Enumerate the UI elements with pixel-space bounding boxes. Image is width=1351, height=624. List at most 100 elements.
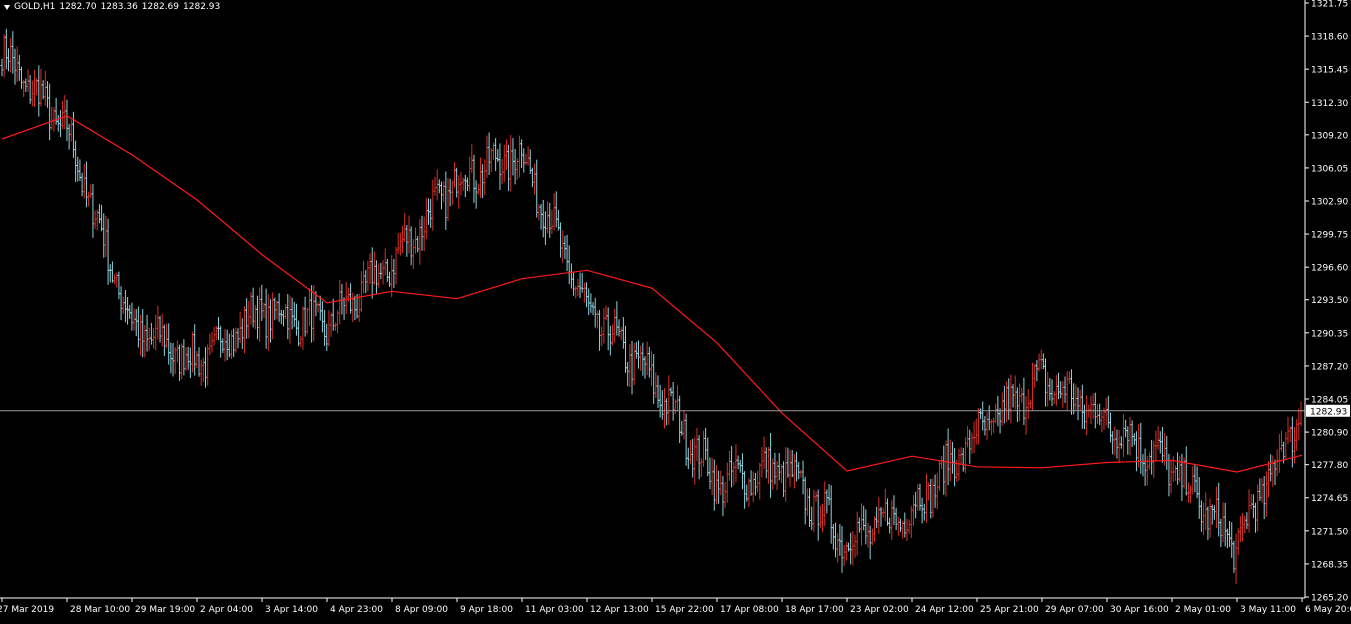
ohlc-bar bbox=[589, 293, 593, 313]
ohlc-bar bbox=[102, 213, 106, 258]
ohlc-bar bbox=[1111, 431, 1115, 455]
ohlc-bar bbox=[1054, 375, 1058, 406]
ohlc-bar bbox=[849, 532, 853, 565]
ohlc-bar bbox=[178, 344, 182, 381]
price-tick-label: 1274.65 bbox=[1311, 494, 1348, 504]
ohlc-bar bbox=[520, 139, 524, 168]
ohlc-bar bbox=[682, 410, 686, 440]
ohlc-bar bbox=[1098, 403, 1102, 426]
ohlc-bar bbox=[788, 449, 792, 488]
ohlc-bar bbox=[853, 534, 857, 558]
ohlc-bar bbox=[175, 340, 179, 363]
symbol-label: GOLD,H1 bbox=[14, 2, 56, 12]
ohlc-bar bbox=[860, 503, 864, 546]
ohlc-bar bbox=[1002, 385, 1006, 424]
ohlc-bar bbox=[292, 301, 296, 327]
ohlc-bar bbox=[569, 263, 573, 289]
ohlc-bar bbox=[193, 324, 197, 376]
ohlc-bar bbox=[842, 545, 846, 566]
ohlc-bar bbox=[985, 412, 989, 440]
time-tick-label: 4 Apr 23:00 bbox=[330, 605, 383, 615]
ohlc-bar bbox=[559, 222, 563, 258]
price-tick-label: 1299.75 bbox=[1311, 231, 1348, 241]
time-tick-label: 29 Apr 07:00 bbox=[1045, 605, 1104, 615]
ohlc-bar bbox=[1206, 506, 1210, 540]
ohlc-bar bbox=[987, 405, 991, 431]
ohlc-bar bbox=[329, 312, 333, 337]
ohlc-bar bbox=[611, 324, 615, 346]
ohlc-bar bbox=[377, 263, 381, 288]
price-chart[interactable]: 1321.75 1318.60 1315.45 1312.30 1309.20 1306.… bbox=[0, 0, 1351, 620]
ohlc-bar bbox=[1089, 395, 1093, 425]
ohlc-bar bbox=[128, 305, 132, 319]
time-tick-label: 24 Apr 12:00 bbox=[915, 605, 974, 615]
ohlc-bar bbox=[1169, 459, 1173, 494]
ohlc-bar bbox=[632, 342, 636, 386]
ohlc-bar bbox=[530, 167, 534, 188]
ohlc-bar bbox=[297, 320, 301, 347]
ohlc-bar bbox=[197, 347, 201, 377]
ohlc-bar bbox=[333, 322, 337, 331]
ohlc-bar bbox=[827, 484, 831, 506]
ohlc-bar bbox=[294, 303, 298, 336]
ohlc-bar bbox=[1215, 486, 1219, 529]
ohlc-bar bbox=[992, 417, 996, 433]
price-tick-label: 1306.05 bbox=[1311, 164, 1348, 174]
ohlc-bar bbox=[1232, 540, 1236, 573]
ohlc-bar bbox=[678, 395, 682, 444]
ohlc-bar bbox=[1115, 429, 1119, 459]
ohlc-bar bbox=[1269, 454, 1273, 482]
ohlc-bar bbox=[1063, 376, 1067, 403]
ohlc-bar bbox=[656, 375, 660, 408]
ohlc-bar bbox=[764, 447, 768, 479]
ohlc-bar bbox=[1225, 528, 1229, 549]
price-axis: 1321.75 1318.60 1315.45 1312.30 1309.20 1306.… bbox=[1304, 0, 1350, 604]
ohlc-bar bbox=[799, 469, 803, 478]
ohlc-bar bbox=[1057, 372, 1061, 400]
ohlc-bar bbox=[225, 329, 229, 361]
ohlc-bar bbox=[801, 460, 805, 495]
ohlc-bar bbox=[628, 343, 632, 388]
ohlc-bar bbox=[1080, 384, 1084, 429]
ohlc-bar bbox=[924, 473, 928, 523]
ohlc-bar bbox=[1145, 455, 1149, 486]
ohlc-bar bbox=[760, 447, 764, 478]
ohlc-bar bbox=[370, 247, 374, 299]
ohlc-bar bbox=[1199, 500, 1203, 532]
price-tick-label: 1271.50 bbox=[1311, 527, 1348, 537]
ohlc-bar bbox=[727, 450, 731, 481]
ohlc-bar bbox=[1052, 391, 1056, 405]
ohlc-bar bbox=[299, 335, 303, 348]
ohlc-bar bbox=[91, 183, 95, 238]
ohlc-bar bbox=[1160, 426, 1164, 463]
ohlc-bar bbox=[290, 297, 294, 330]
ohlc-bar bbox=[227, 333, 231, 358]
ohlc-bar bbox=[383, 248, 387, 276]
ohlc-bar bbox=[959, 447, 963, 465]
ohlc-bar bbox=[463, 174, 467, 198]
ohlc-bar bbox=[844, 542, 848, 561]
chart-window[interactable]: 1321.75 1318.60 1315.45 1312.30 1309.20 1306.… bbox=[0, 0, 1351, 620]
ohlc-bar bbox=[541, 199, 545, 238]
ohlc-bar bbox=[260, 284, 264, 321]
ohlc-bar bbox=[675, 385, 679, 412]
ohlc-bar bbox=[1221, 502, 1225, 543]
ohlc-bar bbox=[1158, 431, 1162, 454]
ohlc-bar bbox=[372, 251, 376, 286]
ohlc-bar bbox=[1046, 371, 1050, 407]
ohlc-bar bbox=[442, 181, 446, 203]
ohlc-bar bbox=[182, 339, 186, 376]
ohlc-bar bbox=[565, 234, 569, 272]
ohlc-bar bbox=[141, 309, 145, 358]
ohlc-bar bbox=[481, 164, 485, 199]
ohlc-bar bbox=[994, 403, 998, 424]
ohlc-bar bbox=[457, 175, 461, 209]
ohlc-bar bbox=[953, 448, 957, 487]
ohlc-bar bbox=[691, 438, 695, 478]
ohlc-bar bbox=[1013, 375, 1017, 410]
ohlc-bar bbox=[1015, 387, 1019, 423]
dropdown-triangle-icon[interactable] bbox=[4, 5, 10, 10]
ohlc-bar bbox=[825, 489, 829, 514]
ohlc-bar bbox=[424, 197, 428, 239]
ohlc-bar bbox=[286, 294, 290, 340]
